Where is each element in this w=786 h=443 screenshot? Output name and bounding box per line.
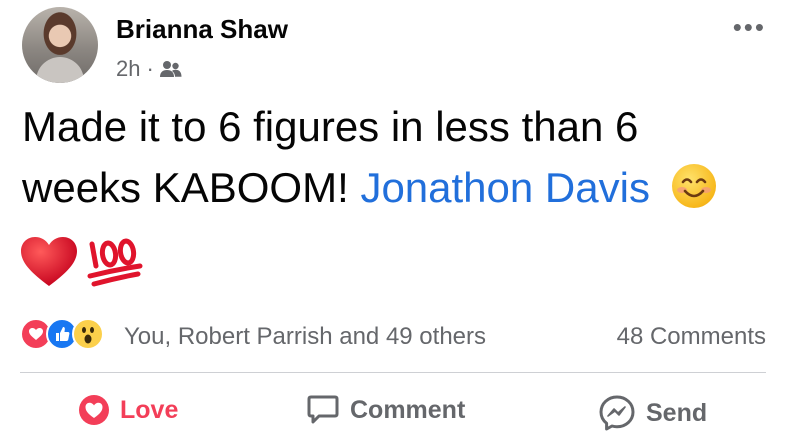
comment-icon [307, 395, 339, 424]
hundred-points-icon [87, 238, 143, 287]
red-heart-icon [21, 237, 77, 286]
love-button[interactable]: Love [78, 394, 178, 426]
mention-link[interactable]: Jonathon Davis [360, 164, 650, 211]
comments-count[interactable]: 48 Comments [617, 323, 766, 351]
messenger-icon [599, 395, 635, 431]
reaction-icons[interactable] [20, 318, 104, 350]
smiling-face-icon [671, 164, 716, 208]
send-label: Send [646, 398, 708, 427]
love-icon [79, 395, 109, 425]
comment-label: Comment [350, 395, 466, 424]
wow-reaction-icon [72, 318, 104, 350]
post-time[interactable]: 2h [116, 56, 140, 82]
love-label: Love [120, 395, 179, 424]
divider [20, 372, 766, 373]
reaction-summary[interactable]: You, Robert Parrish and 49 others [124, 323, 486, 351]
meta-separator: · [146, 56, 154, 81]
avatar[interactable] [22, 7, 98, 83]
post-text: Made it to 6 figures in less than 6 week… [22, 96, 762, 218]
send-button[interactable]: Send [598, 394, 707, 432]
post-meta: 2h · [116, 56, 182, 82]
author-name[interactable]: Brianna Shaw [116, 14, 288, 45]
friends-icon[interactable] [159, 60, 182, 78]
more-options-icon[interactable]: ••• [733, 12, 766, 43]
comment-button[interactable]: Comment [306, 394, 465, 426]
